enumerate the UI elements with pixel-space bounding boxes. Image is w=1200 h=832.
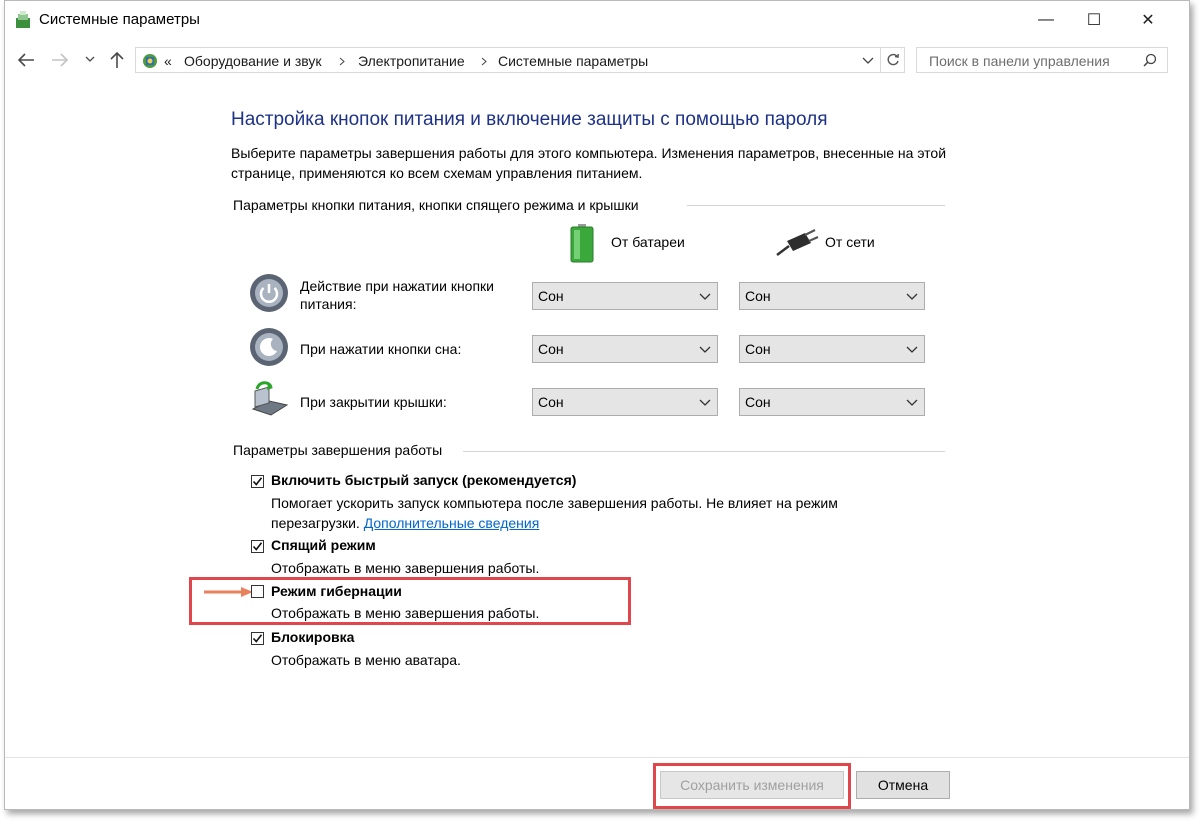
refresh-icon[interactable]: [885, 52, 901, 68]
section-divider: [687, 205, 945, 206]
sleep-option-description: Отображать в меню завершения работы.: [271, 560, 540, 576]
sleep-button-plugged-select[interactable]: Сон: [739, 335, 925, 363]
breadcrumb-system-settings[interactable]: Системные параметры: [498, 53, 648, 69]
search-icon[interactable]: [1143, 53, 1157, 67]
hibernate-option-description: Отображать в меню завершения работы.: [271, 605, 540, 621]
sleep-button-action-label: При нажатии кнопки сна:: [300, 341, 462, 357]
hibernate-checkbox[interactable]: [251, 585, 264, 598]
system-settings-app-icon: [16, 11, 30, 28]
power-button-action-label: Действие при нажатии кнопки питания:: [300, 278, 494, 312]
pointer-arrow-icon: [204, 587, 253, 597]
battery-column-header: От батареи: [611, 234, 685, 250]
cancel-button[interactable]: Отмена: [856, 771, 950, 799]
chevron-down-icon: [906, 399, 918, 406]
fast-startup-desc-text: Помогает ускорить запуск компьютера посл…: [271, 495, 838, 531]
address-divider: [880, 48, 881, 72]
plugged-in-column-header: От сети: [825, 234, 875, 250]
lock-option-title[interactable]: Блокировка: [271, 629, 354, 645]
control-panel-icon: [143, 54, 157, 68]
select-value: Сон: [745, 341, 771, 357]
power-button-battery-select[interactable]: Сон: [532, 282, 718, 310]
address-bar[interactable]: « Оборудование и звук Электропитание Сис…: [135, 47, 905, 73]
sleep-checkbox[interactable]: [251, 540, 264, 553]
lid-close-plugged-select[interactable]: Сон: [739, 388, 925, 416]
sleep-button-battery-select[interactable]: Сон: [532, 335, 718, 363]
window-title: Системные параметры: [39, 11, 200, 28]
chevron-down-icon: [699, 346, 711, 353]
maximize-button[interactable]: ☐: [1071, 1, 1117, 39]
section-divider: [463, 451, 945, 452]
lock-option-description: Отображать в меню аватара.: [271, 652, 461, 668]
breadcrumb-separator-icon[interactable]: [339, 57, 345, 66]
address-dropdown-chevron-icon[interactable]: [862, 56, 874, 65]
up-arrow-icon[interactable]: [109, 51, 125, 69]
search-box[interactable]: [916, 47, 1168, 73]
laptop-lid-icon: [251, 381, 289, 416]
select-value: Сон: [538, 341, 564, 357]
close-button[interactable]: ✕: [1125, 1, 1171, 39]
page-description: Выберите параметры завершения работы для…: [231, 145, 947, 181]
select-value: Сон: [538, 394, 564, 410]
minimize-button[interactable]: —: [1023, 1, 1069, 39]
select-value: Сон: [745, 394, 771, 410]
sleep-option-title[interactable]: Спящий режим: [271, 537, 376, 553]
search-input[interactable]: [927, 52, 1131, 70]
power-button-plugged-select[interactable]: Сон: [739, 282, 925, 310]
fast-startup-description: Помогает ускорить запуск компьютера посл…: [271, 493, 921, 533]
control-panel-window: Системные параметры — ☐ ✕ « Оборудование…: [4, 0, 1190, 810]
page-title: Настройка кнопок питания и включение защ…: [231, 109, 828, 130]
chevron-down-icon: [699, 399, 711, 406]
power-button-icon: [250, 274, 288, 312]
more-info-link[interactable]: Дополнительные сведения: [364, 515, 540, 531]
lock-checkbox[interactable]: [251, 632, 264, 645]
save-changes-button[interactable]: Сохранить изменения: [660, 771, 844, 799]
breadcrumb-overflow[interactable]: «: [164, 53, 172, 69]
fast-startup-title[interactable]: Включить быстрый запуск (рекомендуется): [271, 472, 576, 488]
breadcrumb-power-options[interactable]: Электропитание: [358, 53, 465, 69]
checkmark-icon: [252, 477, 263, 486]
checkmark-icon: [252, 634, 263, 643]
breadcrumb-hardware-sound[interactable]: Оборудование и звук: [184, 53, 322, 69]
select-value: Сон: [745, 288, 771, 304]
back-arrow-icon[interactable]: [17, 52, 35, 68]
shutdown-section-title: Параметры завершения работы: [233, 442, 443, 458]
battery-icon: [570, 224, 594, 263]
recent-locations-chevron-icon[interactable]: [85, 55, 95, 63]
breadcrumb-separator-icon[interactable]: [481, 57, 487, 66]
forward-arrow-icon[interactable]: [51, 52, 69, 68]
sleep-button-icon: [250, 328, 288, 366]
select-value: Сон: [538, 288, 564, 304]
chevron-down-icon: [906, 346, 918, 353]
fast-startup-checkbox[interactable]: [251, 475, 264, 488]
title-bar: Системные параметры — ☐ ✕: [5, 1, 1189, 39]
lid-close-action-label: При закрытии крышки:: [300, 394, 447, 410]
chevron-down-icon: [906, 293, 918, 300]
chevron-down-icon: [699, 293, 711, 300]
lid-close-battery-select[interactable]: Сон: [532, 388, 718, 416]
power-plug-icon: [776, 229, 819, 256]
footer-divider: [5, 757, 1189, 758]
power-buttons-section-title: Параметры кнопки питания, кнопки спящего…: [233, 197, 639, 213]
hibernate-option-title[interactable]: Режим гибернации: [271, 583, 402, 599]
checkmark-icon: [252, 542, 263, 551]
